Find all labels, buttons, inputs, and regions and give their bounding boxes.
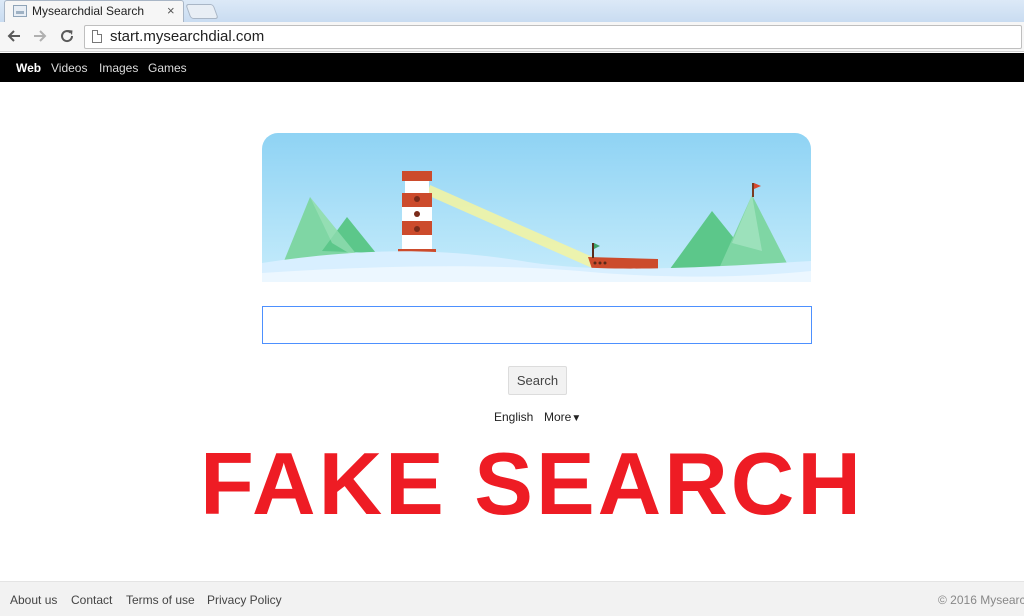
language-more[interactable]: More▼ bbox=[544, 410, 581, 424]
nav-videos[interactable]: Videos bbox=[51, 61, 87, 75]
reload-icon[interactable] bbox=[57, 26, 77, 46]
url-text[interactable]: start.mysearchdial.com bbox=[110, 28, 264, 45]
language-english[interactable]: English bbox=[494, 410, 533, 424]
favicon-icon bbox=[13, 5, 27, 17]
browser-tab-strip: Mysearchdial Search × bbox=[0, 0, 1024, 22]
back-arrow-icon[interactable] bbox=[4, 26, 24, 46]
forward-arrow-icon[interactable] bbox=[30, 26, 50, 46]
footer-contact[interactable]: Contact bbox=[71, 593, 112, 607]
nav-web[interactable]: Web bbox=[16, 61, 41, 75]
footer-about-us[interactable]: About us bbox=[10, 593, 57, 607]
new-tab-button[interactable] bbox=[185, 4, 219, 19]
page-icon bbox=[92, 30, 102, 43]
browser-tab[interactable]: Mysearchdial Search × bbox=[4, 0, 184, 22]
fake-search-overlay: FAKE SEARCH bbox=[200, 434, 864, 533]
copyright-text: © 2016 Mysearc bbox=[938, 593, 1024, 607]
address-bar[interactable]: start.mysearchdial.com bbox=[84, 25, 1022, 49]
footer-privacy-policy[interactable]: Privacy Policy bbox=[207, 593, 282, 607]
page-footer: About us Contact Terms of use Privacy Po… bbox=[0, 581, 1024, 616]
site-nav-bar: Web Videos Images Games bbox=[0, 53, 1024, 82]
lighthouse-illustration bbox=[262, 133, 811, 282]
browser-toolbar: start.mysearchdial.com bbox=[0, 22, 1024, 52]
tab-title: Mysearchdial Search bbox=[32, 4, 145, 18]
lighthouse-banner bbox=[262, 133, 811, 282]
search-input[interactable] bbox=[262, 306, 812, 344]
nav-games[interactable]: Games bbox=[148, 61, 187, 75]
dropdown-arrow-icon: ▼ bbox=[571, 413, 582, 424]
close-tab-icon[interactable]: × bbox=[167, 3, 175, 19]
search-button[interactable]: Search bbox=[508, 366, 567, 395]
footer-terms-of-use[interactable]: Terms of use bbox=[126, 593, 195, 607]
more-label: More bbox=[544, 410, 572, 424]
nav-images[interactable]: Images bbox=[99, 61, 138, 75]
